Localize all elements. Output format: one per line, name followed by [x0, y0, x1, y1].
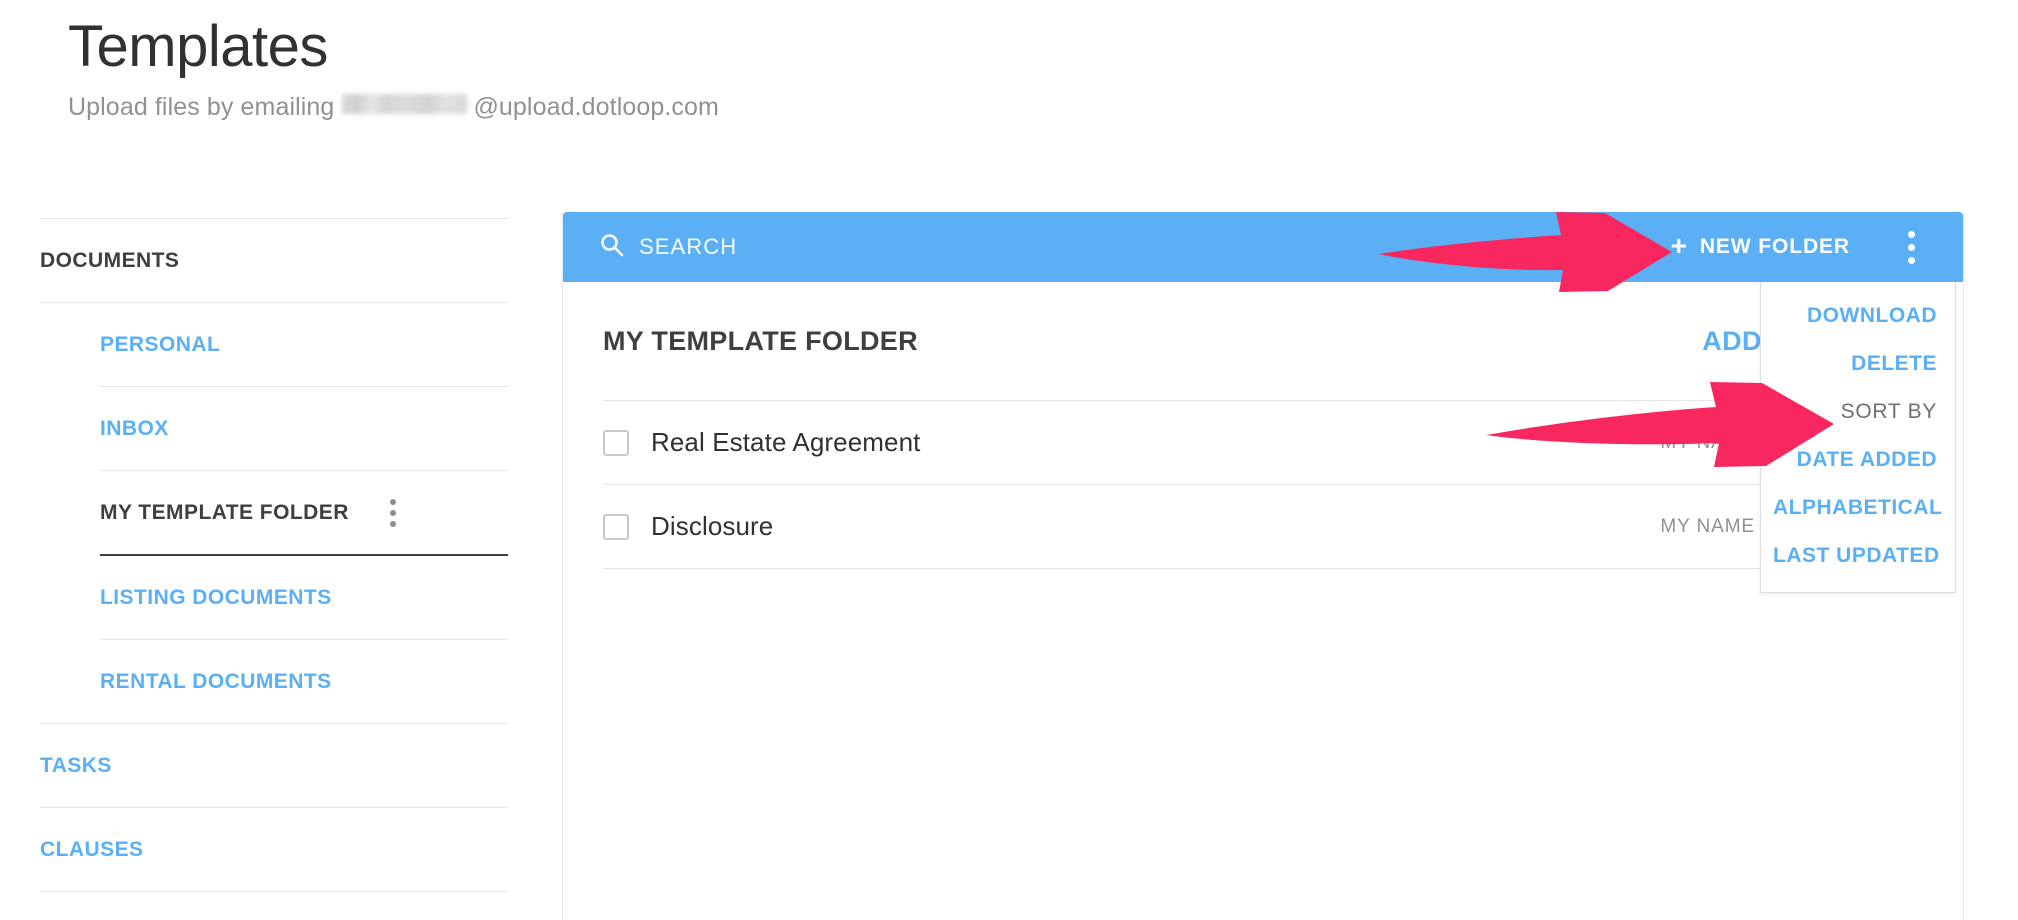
sidebar-item-label: MY TEMPLATE FOLDER	[100, 500, 349, 524]
dropdown-item-last-updated[interactable]: LAST UPDATED	[1761, 532, 1955, 580]
dot	[1908, 243, 1915, 251]
sidebar-item-personal[interactable]: PERSONAL	[40, 303, 508, 386]
sidebar-item-inbox[interactable]: INBOX	[40, 387, 508, 470]
sidebar-item-rental-documents[interactable]: RENTAL DOCUMENTS	[40, 640, 508, 723]
search-input[interactable]: SEARCH	[599, 232, 1667, 263]
dot	[1908, 256, 1915, 264]
sidebar-item-documents[interactable]: DOCUMENTS	[40, 219, 508, 302]
folder-header: MY TEMPLATE FOLDER ADD DOCUMENT	[563, 282, 1963, 400]
toolbar-dropdown-menu: DOWNLOAD DELETE SORT BY DATE ADDED ALPHA…	[1760, 282, 1956, 593]
sidebar-item-tasks[interactable]: TASKS	[40, 724, 508, 807]
table-row[interactable]: Real Estate Agreement MY NAME	[563, 401, 1963, 484]
sidebar-item-label: CLAUSES	[40, 837, 144, 861]
row-checkbox[interactable]	[603, 429, 629, 456]
document-owner: MY NAME	[1660, 515, 1755, 537]
new-folder-button[interactable]: + NEW FOLDER	[1667, 229, 1854, 265]
sidebar-divider	[40, 891, 508, 892]
sidebar-item-label: LISTING DOCUMENTS	[100, 585, 332, 609]
folder-toolbar: SEARCH + NEW FOLDER	[563, 212, 1963, 282]
redacted-email-blur	[342, 93, 468, 114]
dropdown-sort-by: SORT BY	[1840, 400, 1937, 423]
upload-email-domain: @upload.dotloop.com	[473, 92, 719, 121]
document-name: Real Estate Agreement	[651, 427, 921, 457]
dropdown-item-date-added[interactable]: DATE ADDED	[1761, 436, 1955, 484]
dropdown-item-download[interactable]: DOWNLOAD	[1761, 292, 1955, 340]
sidebar-item-my-template-folder[interactable]: MY TEMPLATE FOLDER	[40, 471, 508, 554]
sidebar-item-label: PERSONAL	[100, 332, 221, 356]
document-name: Disclosure	[651, 511, 774, 541]
templates-main-panel: SEARCH + NEW FOLDER MY TEMPLATE FOLDER A…	[562, 212, 1964, 920]
folder-more-vertical-icon[interactable]	[390, 498, 396, 527]
search-icon	[599, 232, 625, 263]
table-row[interactable]: Disclosure MY NAME	[563, 485, 1963, 568]
folder-title: MY TEMPLATE FOLDER	[603, 325, 918, 356]
new-folder-label: NEW FOLDER	[1699, 235, 1850, 258]
sidebar-nav: DOCUMENTS PERSONAL INBOX MY TEMPLATE FOL…	[40, 218, 508, 892]
row-divider	[603, 568, 1923, 569]
sidebar-item-label: RENTAL DOCUMENTS	[100, 669, 332, 693]
plus-icon: +	[1670, 229, 1688, 261]
sidebar-item-label: INBOX	[100, 416, 169, 440]
sidebar-item-label: TASKS	[40, 753, 112, 777]
row-checkbox[interactable]	[603, 513, 629, 540]
page-title: Templates	[68, 14, 328, 79]
upload-email-hint: Upload files by emailing @upload.dotloop…	[68, 93, 719, 122]
page-header: Templates Upload files by emailing @uplo…	[68, 14, 719, 122]
sidebar-item-listing-documents[interactable]: LISTING DOCUMENTS	[40, 556, 508, 639]
toolbar-more-vertical-icon[interactable]	[1908, 230, 1915, 264]
sidebar-item-clauses[interactable]: CLAUSES	[40, 808, 508, 891]
search-placeholder-text: SEARCH	[639, 234, 738, 259]
dot	[390, 498, 396, 505]
sidebar-item-label: DOCUMENTS	[40, 248, 180, 272]
dot	[390, 509, 396, 516]
dropdown-item-alphabetical[interactable]: ALPHABETICAL	[1761, 484, 1955, 532]
dot	[390, 520, 396, 527]
dropdown-item-delete[interactable]: DELETE	[1761, 340, 1955, 388]
document-owner: MY NAME	[1660, 431, 1755, 453]
dot	[1908, 230, 1915, 238]
upload-email-prefix: Upload files by emailing	[68, 92, 335, 121]
templates-page: Templates Upload files by emailing @uplo…	[0, 0, 2018, 920]
